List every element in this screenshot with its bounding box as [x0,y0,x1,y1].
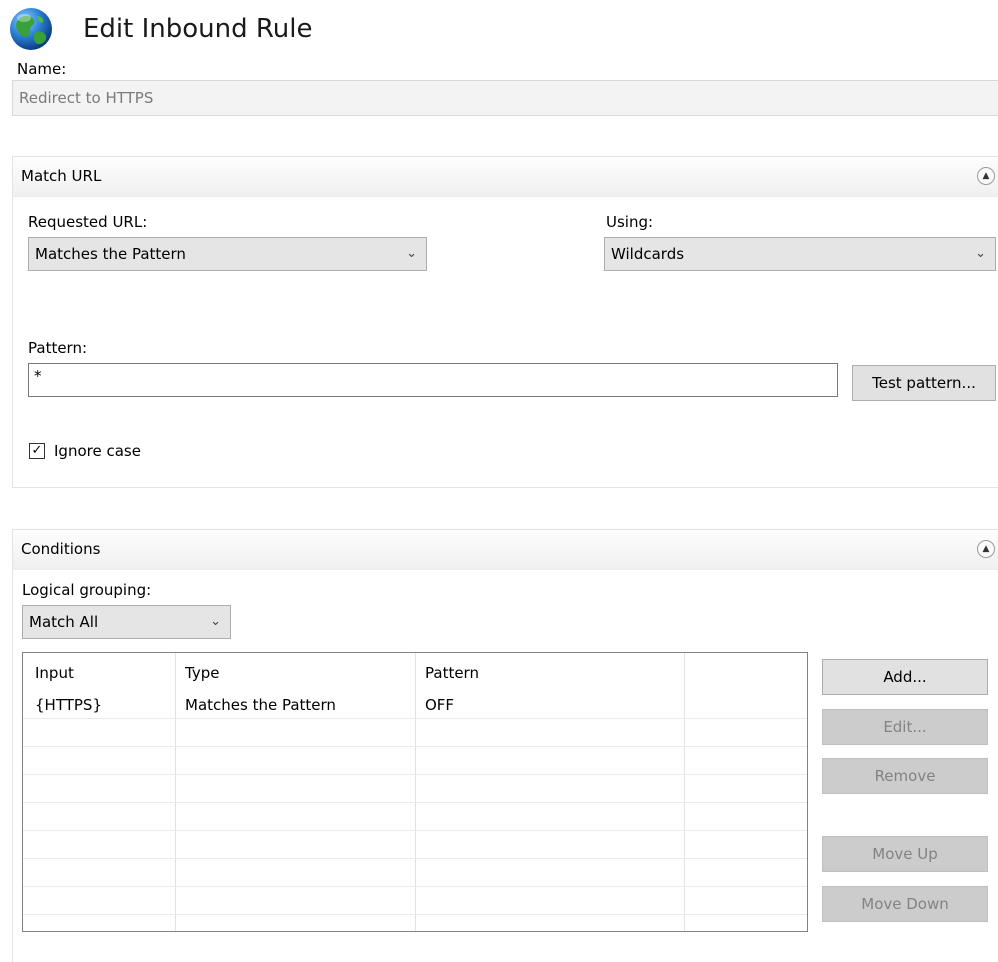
column-divider [415,653,416,931]
move-down-button[interactable]: Move Down [822,886,988,922]
add-button[interactable]: Add... [822,659,988,695]
column-divider [175,653,176,931]
match-url-header: Match URL ▲ [13,157,998,197]
row-divider [23,802,807,803]
row-divider [23,914,807,915]
ignore-case-checkbox[interactable]: ✓ [29,443,45,459]
test-pattern-button[interactable]: Test pattern... [852,365,996,401]
requested-url-dropdown[interactable]: Matches the Pattern ⌄ [28,237,427,271]
chevron-down-icon: ⌄ [406,246,417,261]
logical-grouping-label: Logical grouping: [22,581,152,599]
row-divider [23,774,807,775]
conditions-table[interactable]: Input Type Pattern {HTTPS} Matches the P… [22,652,808,932]
row-divider [23,858,807,859]
match-url-title: Match URL [21,167,102,185]
using-dropdown[interactable]: Wildcards ⌄ [604,237,996,271]
match-url-section: Match URL ▲ [12,156,998,488]
edit-button[interactable]: Edit... [822,709,988,745]
pattern-input[interactable]: * [28,363,838,397]
chevron-down-icon: ⌄ [210,614,221,629]
row-divider [23,830,807,831]
row-divider [23,746,807,747]
logical-grouping-value: Match All [29,613,99,631]
globe-icon [8,6,54,52]
row-divider [23,886,807,887]
cell-type: Matches the Pattern [185,696,336,714]
requested-url-value: Matches the Pattern [35,245,186,263]
name-label: Name: [17,60,67,78]
using-value: Wildcards [611,245,685,263]
conditions-title: Conditions [21,540,101,558]
requested-url-label: Requested URL: [28,213,148,231]
remove-button[interactable]: Remove [822,758,988,794]
chevron-down-icon: ⌄ [975,246,986,261]
column-divider [684,653,685,931]
using-label: Using: [606,213,654,231]
collapse-icon[interactable]: ▲ [977,540,995,558]
collapse-icon[interactable]: ▲ [977,167,995,185]
ignore-case-label: Ignore case [54,442,141,460]
move-up-button[interactable]: Move Up [822,836,988,872]
conditions-header: Conditions ▲ [13,530,998,570]
cell-pattern: OFF [425,696,455,714]
row-divider [23,718,807,719]
name-field[interactable]: Redirect to HTTPS [12,80,998,116]
column-header-pattern[interactable]: Pattern [425,663,479,683]
cell-input: {HTTPS} [35,696,102,714]
column-header-input[interactable]: Input [35,663,74,683]
column-header-type[interactable]: Type [185,663,219,683]
page-title: Edit Inbound Rule [83,14,313,44]
pattern-label: Pattern: [28,339,88,357]
logical-grouping-dropdown[interactable]: Match All ⌄ [22,605,231,639]
